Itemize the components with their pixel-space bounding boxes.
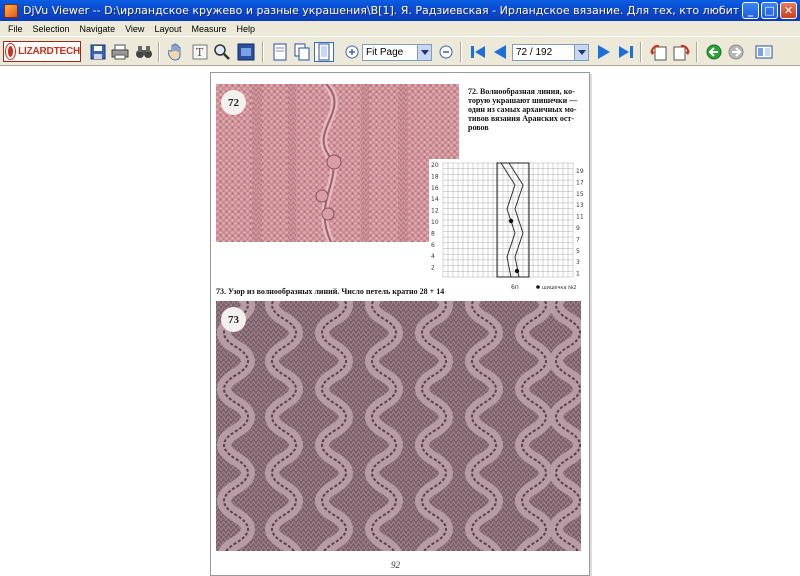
fit-page-icon[interactable] [314, 42, 334, 62]
first-page-icon[interactable] [468, 42, 488, 62]
menu-selection[interactable]: Selection [28, 24, 75, 34]
zoom-select-value: Fit Page [366, 47, 404, 58]
legend-dot-icon [536, 285, 540, 289]
thumbnails-icon[interactable] [754, 42, 774, 62]
chart-row-label: 10 [431, 219, 439, 226]
caption-line: один из самых архаичных мо- [468, 105, 577, 114]
chart-row-label: 17 [576, 179, 584, 186]
maximize-button[interactable]: □ [761, 2, 778, 19]
window-controls: _ □ ✕ [742, 2, 797, 19]
page-select[interactable]: 72 / 192 [512, 44, 589, 61]
toolbar-separator [640, 42, 642, 62]
caption-line: ровов [468, 123, 489, 132]
menu-measure[interactable]: Measure [186, 24, 231, 34]
toolbar-separator [460, 42, 462, 62]
logo-text: LIZARDTECH [18, 46, 80, 57]
lizardtech-logo[interactable]: LIZARDTECH [3, 41, 81, 62]
save-icon[interactable] [88, 42, 108, 62]
chart-row-label: 14 [431, 196, 439, 203]
figure-73-badge: 73 [221, 307, 246, 332]
toolbar-separator [158, 42, 160, 62]
chart-row-label: 8 [431, 230, 435, 237]
chart-row-label: 4 [431, 253, 435, 260]
chart-row-label: 15 [576, 191, 584, 198]
single-page-icon[interactable] [270, 42, 290, 62]
text-select-icon[interactable]: T [190, 42, 210, 62]
zoom-select[interactable]: Fit Page [362, 44, 432, 61]
binoculars-icon[interactable] [134, 42, 154, 62]
figure-72-caption: 72. Волнообразная линия, ко- торую украш… [468, 87, 586, 132]
menu-view[interactable]: View [120, 24, 149, 34]
chart-row-label: 18 [431, 173, 439, 180]
lizardtech-mark-icon [6, 44, 16, 59]
svg-text:T: T [196, 46, 204, 59]
close-button[interactable]: ✕ [780, 2, 797, 19]
menu-navigate[interactable]: Navigate [75, 24, 121, 34]
chart-legend: шишечка №2 [542, 285, 577, 291]
chart-row-label: 1 [576, 271, 580, 278]
document-viewport[interactable]: 72 72. Волнообразная линия, ко- торую ук… [0, 67, 800, 576]
knitting-chart: 20 18 16 14 12 10 8 6 4 2 19 17 15 13 11 9 7 5 3 1 6п шише… [429, 159, 587, 293]
back-icon[interactable] [704, 42, 724, 62]
chart-row-label: 12 [431, 208, 439, 215]
menu-bar: File Selection Navigate View Layout Meas… [0, 21, 800, 36]
knitting-photo-73: 73 [216, 301, 581, 551]
chart-row-label: 2 [431, 265, 435, 272]
chevron-down-icon[interactable] [417, 45, 431, 60]
menu-help[interactable]: Help [231, 24, 260, 34]
djvu-viewer-window: DjVu Viewer -- D:\ирландское кружево и р… [0, 0, 800, 576]
zoom-in-icon[interactable] [342, 42, 362, 62]
figure-72-badge: 72 [221, 90, 246, 115]
knitting-photo-72: 72 [216, 84, 459, 242]
zoom-tool-icon[interactable] [212, 42, 232, 62]
toolbar: LIZARDTECH T Fit Page 72 / 192 [0, 36, 800, 66]
zoom-out-icon[interactable] [436, 42, 456, 62]
hand-icon[interactable] [166, 42, 186, 62]
caption-line: торую украшают шишечки — [468, 96, 578, 105]
menu-layout[interactable]: Layout [149, 24, 186, 34]
next-page-icon[interactable] [594, 42, 614, 62]
chart-row-label: 19 [576, 168, 584, 175]
chart-row-label: 6 [431, 242, 435, 249]
forward-icon[interactable] [726, 42, 746, 62]
caption-line: 72. Волнообразная линия, ко- [468, 87, 575, 96]
document-page: 72 72. Волнообразная линия, ко- торую ук… [210, 72, 590, 576]
chart-row-label: 13 [576, 202, 584, 209]
prev-page-icon[interactable] [490, 42, 510, 62]
minimize-button[interactable]: _ [742, 2, 759, 19]
chart-row-label: 9 [576, 225, 580, 232]
page-number: 92 [391, 560, 400, 570]
snapshot-icon[interactable] [236, 42, 256, 62]
toolbar-separator [262, 42, 264, 62]
chart-bottom-label: 6п [511, 284, 519, 291]
menu-file[interactable]: File [3, 24, 28, 34]
caption-line: тивов вязания Аранских ост- [468, 114, 574, 123]
window-title: DjVu Viewer -- D:\ирландское кружево и р… [23, 4, 743, 17]
title-bar: DjVu Viewer -- D:\ирландское кружево и р… [0, 0, 800, 21]
app-icon[interactable] [4, 3, 18, 18]
chart-row-label: 16 [431, 185, 439, 192]
chevron-down-icon[interactable] [574, 45, 588, 60]
chart-row-label: 20 [431, 162, 439, 169]
chart-row-label: 5 [576, 248, 580, 255]
toolbar-separator [696, 42, 698, 62]
page-select-value: 72 / 192 [516, 47, 553, 58]
chart-row-label: 11 [576, 214, 584, 221]
rotate-left-icon[interactable] [648, 42, 668, 62]
last-page-icon[interactable] [616, 42, 636, 62]
figure-73-caption: 73. Узор из волнообразных линий. Число п… [216, 287, 445, 296]
print-icon[interactable] [110, 42, 130, 62]
chart-row-label: 3 [576, 259, 580, 266]
continuous-page-icon[interactable] [292, 42, 312, 62]
chart-row-label: 7 [576, 236, 580, 243]
rotate-right-icon[interactable] [672, 42, 692, 62]
